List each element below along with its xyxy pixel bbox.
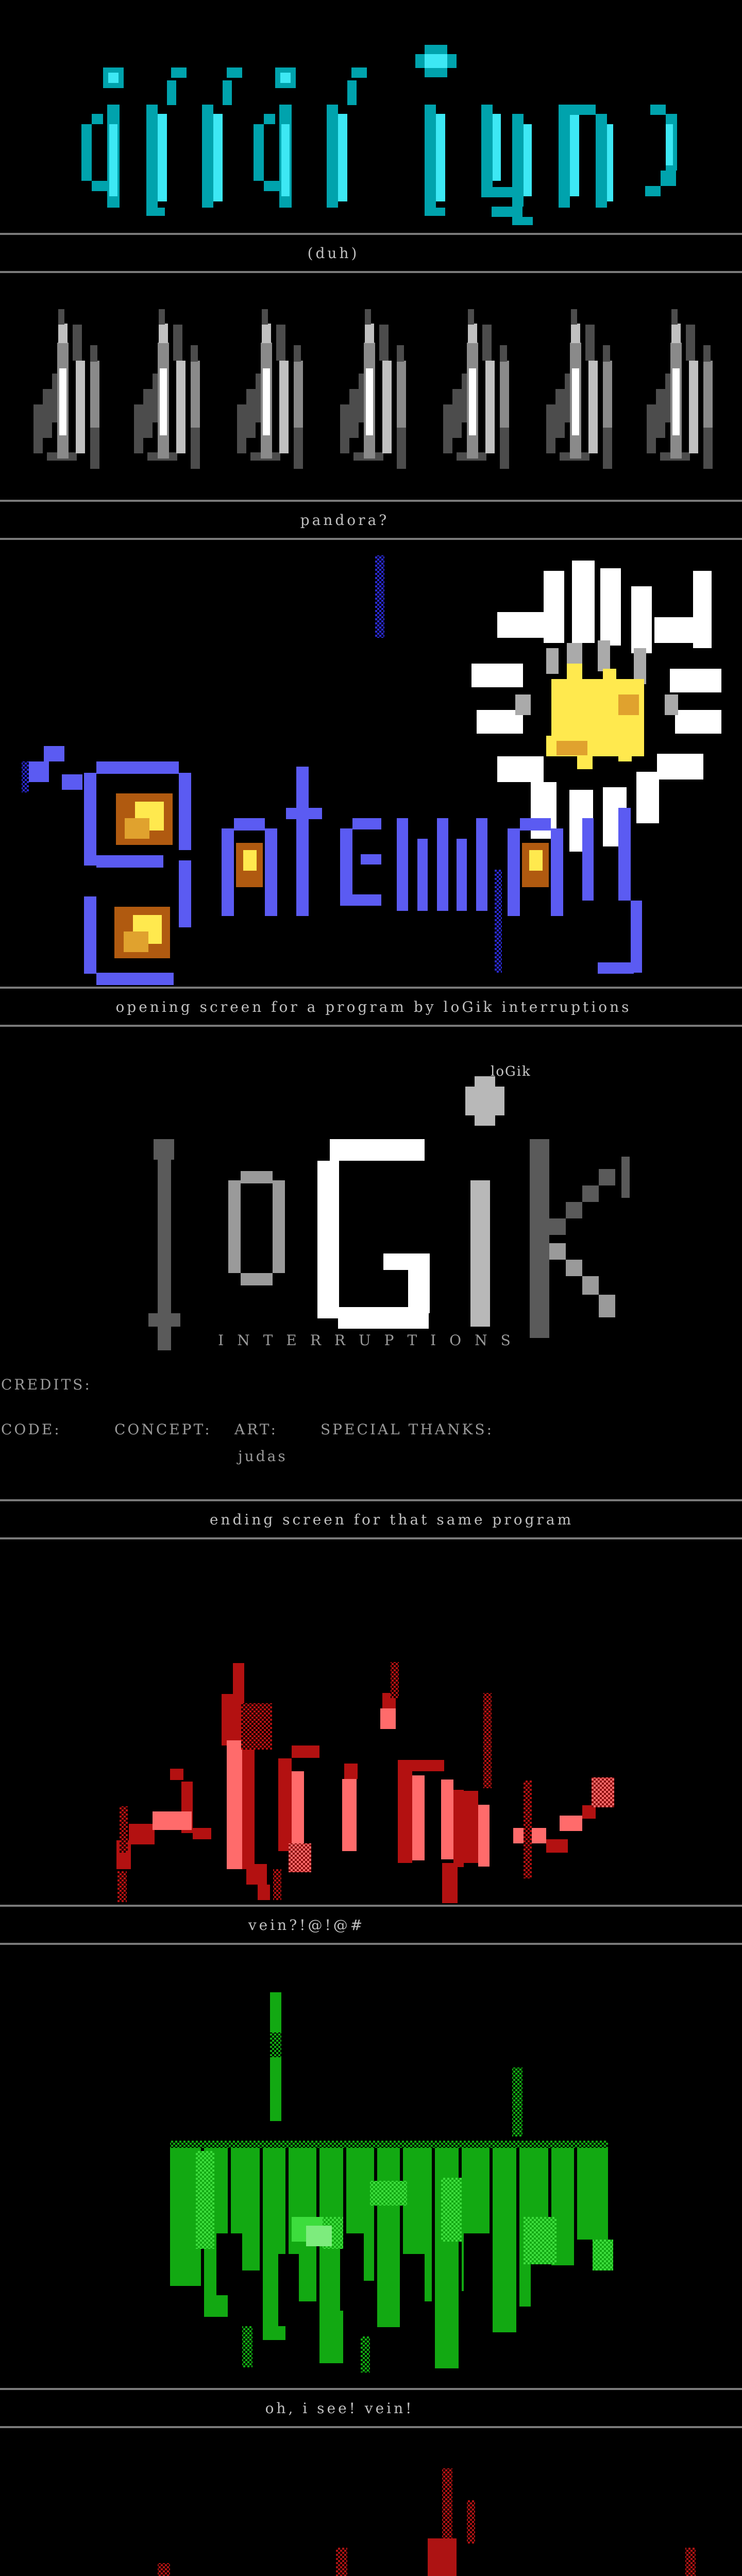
vein-red-art-section	[0, 1539, 742, 1905]
caption-vein-green: oh, i see! vein!	[265, 2400, 414, 2417]
caption-logik: ending screen for that same program	[210, 1511, 574, 1528]
special-thanks-label: SPECIAL THANKS:	[321, 1421, 494, 1438]
logik-art-section: loGik INTERRUPTIONS CREDITS: CODE: CONCE…	[0, 1027, 742, 1499]
logik-corner-logo: loGik	[491, 1064, 531, 1079]
gateway-ansi-art	[0, 540, 742, 987]
gateway-art-section	[0, 540, 742, 987]
arcadia-ansi-art	[0, 2428, 742, 2576]
vein-green-ansi-art	[0, 1945, 742, 2388]
artist-name: judas	[238, 1448, 288, 1465]
caption-vein-red: vein?!@!@#	[248, 1917, 365, 1934]
arcadia-art-section	[0, 2428, 742, 2576]
caption-bar-vein-green: oh, i see! vein!	[0, 2388, 742, 2428]
caption-bar-logik: ending screen for that same program	[0, 1499, 742, 1539]
caption-duh: (duh)	[308, 245, 360, 262]
caption-bar-duh: (duh)	[0, 233, 742, 273]
logik-interruptions-label: INTERRUPTIONS	[0, 1332, 742, 1349]
caption-pandora: pandora?	[300, 512, 390, 529]
arraign-ansi-art	[0, 0, 742, 233]
credits-heading: CREDITS:	[1, 1376, 92, 1393]
concept-label: CONCEPT:	[114, 1421, 212, 1438]
caption-bar-pandora: pandora?	[0, 500, 742, 540]
caption-bar-vein-red: vein?!@!@#	[0, 1905, 742, 1945]
art-label: ART:	[234, 1421, 278, 1438]
pandora-art-section	[0, 273, 742, 500]
pandora-ansi-art	[0, 273, 742, 500]
vein-red-ansi-art	[0, 1539, 742, 1905]
caption-gateway: opening screen for a program by loGik in…	[115, 998, 631, 1015]
caption-bar-gateway: opening screen for a program by loGik in…	[0, 987, 742, 1027]
arraign-art-section	[0, 0, 742, 233]
vein-green-art-section	[0, 1945, 742, 2388]
code-label: CODE:	[1, 1421, 61, 1438]
